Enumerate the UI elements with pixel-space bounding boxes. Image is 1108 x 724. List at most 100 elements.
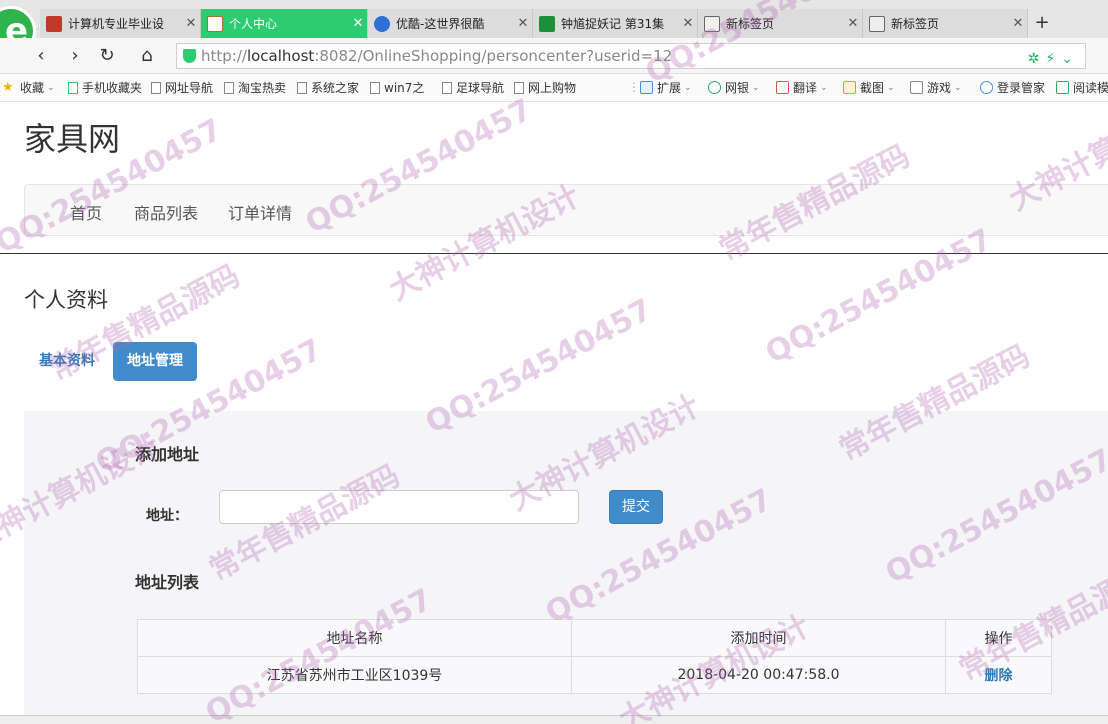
reload-button[interactable]: ↻ [94, 43, 120, 69]
nav-products-link[interactable]: 商品列表 [134, 200, 198, 224]
column-header-address-name: 地址名称 [137, 619, 572, 657]
bookmark-label: win7之 [384, 81, 425, 95]
gamepad-icon [910, 81, 923, 94]
table-row: 江苏省苏州市工业区1039号 2018-04-20 00:47:58.0 删除 [137, 656, 1052, 694]
page-icon [442, 81, 452, 94]
toolbar-extensions[interactable]: 扩展 ⌄ [640, 79, 692, 96]
delete-link[interactable]: 删除 [945, 656, 1052, 694]
tab-label: 新标签页 [726, 17, 775, 31]
page-icon [224, 81, 234, 94]
address-input[interactable] [219, 490, 579, 524]
address-panel: 添加地址 地址： 提交 地址列表 地址名称 添加时间 操作 江苏省苏州市工业区1… [24, 411, 1108, 724]
browser-tab-strip: 计算机专业毕业设 ✕ 个人中心 ✕ 优酷-这世界很酷 ✕ 钟馗捉妖记 第31集 … [0, 0, 1108, 56]
address-bar-tools-icon[interactable]: ✲⚡⌄ [1028, 47, 1079, 68]
key-icon [980, 81, 993, 94]
nav-orders-link[interactable]: 订单详情 [228, 200, 292, 224]
site-title: 家具网 [24, 120, 121, 158]
bookmark-system-home[interactable]: 系统之家 [297, 79, 359, 96]
table-header-row: 地址名称 添加时间 操作 [137, 619, 1052, 657]
site-navbar: 首页 商品列表 订单详情 [24, 184, 1108, 236]
chevron-down-icon: ⌄ [954, 82, 962, 93]
back-button[interactable]: ‹ [28, 43, 54, 69]
nav-home-link[interactable]: 首页 [70, 200, 102, 224]
star-icon: ★ [2, 81, 16, 94]
toolbar-label: 游戏 [927, 81, 952, 95]
chevron-down-icon: ⌄ [47, 82, 55, 93]
close-icon[interactable]: ✕ [679, 16, 697, 31]
toolbar-label: 登录管家 [997, 81, 1046, 95]
translate-icon [776, 81, 789, 94]
add-address-heading: 添加地址 [135, 445, 200, 464]
page-icon [370, 81, 380, 94]
forward-button[interactable]: › [62, 43, 88, 69]
tab-new-2[interactable]: 新标签页 ✕ [863, 9, 1028, 38]
url-path: :8082/OnlineShopping/personcenter?userid… [314, 47, 673, 65]
tab-graduation-design[interactable]: 计算机专业毕业设 ✕ [40, 9, 201, 38]
web-page: 家具网 首页 商品列表 订单详情 个人资料 基本资料 地址管理 添加地址 地址：… [0, 102, 1108, 724]
bookmark-mobile-favorites[interactable]: 手机收藏夹 [68, 79, 142, 96]
bookmark-label: 足球导航 [456, 81, 505, 95]
bookmark-online-shopping[interactable]: 网上购物 [514, 79, 576, 96]
address-bar[interactable]: http://localhost:8082/OnlineShopping/per… [176, 43, 1086, 69]
close-icon[interactable]: ✕ [1009, 16, 1027, 31]
address-list-heading: 地址列表 [135, 573, 200, 592]
address-field-label: 地址： [146, 508, 188, 524]
screenshot-icon [843, 81, 856, 94]
chevron-down-icon: ⌄ [820, 82, 828, 93]
toolbar-translate[interactable]: 翻译 ⌄ [776, 79, 828, 96]
browser-navigation-bar: ‹ › ↻ ⌂ http://localhost:8082/OnlineShop… [0, 38, 1108, 74]
column-header-added-time: 添加时间 [571, 619, 946, 657]
phone-icon [68, 81, 78, 94]
browser-status-bar [0, 715, 1108, 724]
security-shield-icon [183, 49, 196, 63]
tab-youku[interactable]: 优酷-这世界很酷 ✕ [368, 9, 533, 38]
grid-icon [704, 15, 720, 32]
bookmark-site-nav[interactable]: 网址导航 [151, 79, 213, 96]
bookmark-label: 收藏 [20, 81, 45, 95]
toolbar-label: 翻译 [793, 81, 818, 95]
toolbar-reading-mode[interactable]: 阅读模 [1056, 79, 1108, 96]
toolbar-screenshot[interactable]: 截图 ⌄ [843, 79, 895, 96]
page-icon [514, 81, 524, 94]
chevron-down-icon: ⌄ [752, 82, 760, 93]
added-time-cell: 2018-04-20 00:47:58.0 [571, 656, 946, 694]
extensions-icon [640, 81, 653, 94]
tab-label: 计算机专业毕业设 [68, 17, 165, 31]
tab-new-1[interactable]: 新标签页 ✕ [698, 9, 863, 38]
page-icon [297, 81, 307, 94]
tab-address-management[interactable]: 地址管理 [113, 342, 197, 381]
close-icon[interactable]: ✕ [182, 16, 200, 31]
home-button[interactable]: ⌂ [134, 43, 160, 69]
bookmark-win7[interactable]: win7之 [370, 79, 424, 96]
address-name-cell: 江苏省苏州市工业区1039号 [137, 656, 572, 694]
bookmark-separator: ⋮ [628, 80, 640, 94]
screenshot-root: 计算机专业毕业设 ✕ 个人中心 ✕ 优酷-这世界很酷 ✕ 钟馗捉妖记 第31集 … [0, 0, 1108, 724]
toolbar-games[interactable]: 游戏 ⌄ [910, 79, 962, 96]
bookmark-label: 手机收藏夹 [82, 81, 143, 95]
close-icon[interactable]: ✕ [844, 16, 862, 31]
address-table: 地址名称 添加时间 操作 江苏省苏州市工业区1039号 2018-04-20 0… [137, 619, 1052, 694]
bookmark-label: 淘宝热卖 [238, 81, 287, 95]
tab-basic-info[interactable]: 基本资料 [25, 342, 109, 381]
toolbar-label: 阅读模 [1073, 81, 1108, 95]
close-icon[interactable]: ✕ [349, 16, 367, 31]
toolbar-online-bank[interactable]: 网银 ⌄ [708, 79, 760, 96]
tab-video-episode[interactable]: 钟馗捉妖记 第31集 ✕ [533, 9, 698, 38]
bank-icon [708, 81, 721, 94]
youku-favicon-icon [374, 15, 390, 32]
bookmark-taobao[interactable]: 淘宝热卖 [224, 79, 286, 96]
tab-label: 个人中心 [229, 17, 278, 31]
close-icon[interactable]: ✕ [514, 16, 532, 31]
grid-icon [869, 15, 885, 32]
divider [0, 253, 1108, 254]
tab-person-center[interactable]: 个人中心 ✕ [201, 9, 368, 38]
bookmark-favorites[interactable]: ★ 收藏 ⌄ [2, 79, 55, 96]
new-tab-button[interactable]: + [1028, 9, 1056, 38]
chevron-down-icon: ⌄ [684, 82, 692, 93]
toolbar-login-manager[interactable]: 登录管家 [980, 79, 1045, 96]
submit-button[interactable]: 提交 [609, 490, 663, 524]
toolbar-label: 网银 [725, 81, 750, 95]
bookmark-football[interactable]: 足球导航 [442, 79, 504, 96]
toolbar-label: 扩展 [657, 81, 682, 95]
video-favicon-icon [539, 15, 555, 32]
